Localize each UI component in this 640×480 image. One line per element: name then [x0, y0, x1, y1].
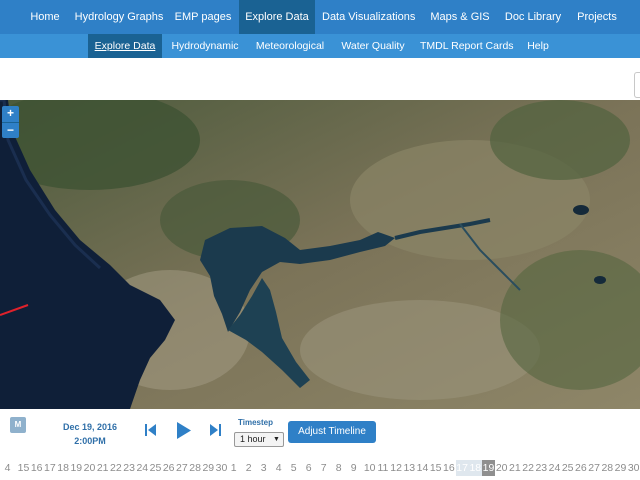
m-button[interactable]: M — [10, 417, 26, 433]
collapsed-panel-tab[interactable] — [634, 72, 640, 98]
play-icon[interactable] — [177, 422, 191, 439]
reservoir — [573, 205, 589, 215]
top-navigation: Home Hydrology Graphs EMP pages Explore … — [0, 0, 640, 34]
timeline-day[interactable]: 27 — [175, 460, 188, 476]
timeline-day[interactable]: 2 — [243, 460, 254, 476]
timeline-day[interactable]: 19 — [482, 460, 495, 476]
current-date: Dec 19, 2016 — [62, 422, 118, 432]
timeline-day[interactable]: 22 — [109, 460, 122, 476]
subnav-meteorological[interactable]: Meteorological — [254, 34, 326, 58]
timeline-day[interactable]: 22 — [522, 460, 535, 476]
nav-explore-data[interactable]: Explore Data — [239, 0, 315, 34]
timeline-day[interactable]: 20 — [83, 460, 96, 476]
timeline-day[interactable]: 24 — [136, 460, 149, 476]
timeline-day[interactable]: 27 — [588, 460, 601, 476]
satellite-map[interactable] — [0, 100, 640, 409]
timeline-day[interactable]: 13 — [403, 460, 416, 476]
skip-back-icon[interactable] — [145, 423, 157, 437]
timeline-day[interactable]: 11 — [376, 460, 389, 476]
timeline-day[interactable]: 4 — [273, 460, 284, 476]
timeline-day[interactable]: 1 — [228, 460, 239, 476]
timeline-day[interactable]: 12 — [390, 460, 403, 476]
timeline-day[interactable]: 16 — [442, 460, 455, 476]
timeline-day[interactable]: 25 — [561, 460, 574, 476]
timeline-day[interactable]: 17 — [43, 460, 56, 476]
timeline-day[interactable]: 30 — [215, 460, 228, 476]
reservoir-south — [594, 276, 606, 284]
timeline-day[interactable]: 5 — [288, 460, 299, 476]
timeline-day[interactable]: 7 — [318, 460, 329, 476]
timeline-day[interactable]: 8 — [333, 460, 344, 476]
chevron-down-icon: ▼ — [273, 436, 280, 443]
nav-hydrology-graphs[interactable]: Hydrology Graphs — [74, 0, 164, 34]
skip-forward-icon[interactable] — [209, 423, 221, 437]
timeline-day[interactable]: 19 — [70, 460, 83, 476]
timestep-label: Timestep — [238, 418, 273, 427]
subnav-explore-data[interactable]: Explore Data — [88, 34, 162, 58]
timeline-day[interactable]: 29 — [202, 460, 215, 476]
toolbar-strip — [0, 58, 640, 100]
farmland-patch-north — [490, 100, 630, 180]
timeline-day[interactable]: 6 — [303, 460, 314, 476]
timeline-day[interactable]: 14 — [416, 460, 429, 476]
timeline-day[interactable]: 3 — [258, 460, 269, 476]
timeline-day[interactable]: 29 — [614, 460, 627, 476]
nav-emp-pages[interactable]: EMP pages — [174, 0, 232, 34]
timeline-day[interactable]: 15 — [429, 460, 442, 476]
timestep-value: 1 hour — [240, 434, 266, 444]
timeline-day[interactable]: 28 — [189, 460, 202, 476]
subnav-water-quality[interactable]: Water Quality — [340, 34, 406, 58]
timeline-day[interactable]: 23 — [535, 460, 548, 476]
timeline-day[interactable]: 25 — [149, 460, 162, 476]
nav-projects[interactable]: Projects — [574, 0, 620, 34]
timestep-select[interactable]: 1 hour ▼ — [234, 432, 284, 447]
subnav-hydrodynamic[interactable]: Hydrodynamic — [170, 34, 240, 58]
timeline-day[interactable]: 20 — [495, 460, 508, 476]
nav-maps-gis[interactable]: Maps & GIS — [430, 0, 490, 34]
timeline-day[interactable]: 24 — [548, 460, 561, 476]
timeline-day[interactable]: 26 — [574, 460, 587, 476]
timeline-strip: 4 15 16 17 18 19 20 21 22 23 24 25 26 27 28 29 30 1 2 3 4 5 6 7… — [0, 457, 640, 480]
zoom-control: + − — [2, 106, 19, 138]
timeline-day[interactable]: 21 — [508, 460, 521, 476]
timeline-day[interactable]: 18 — [468, 460, 482, 476]
timeline-day[interactable]: 17 — [455, 460, 469, 476]
timeline-day[interactable]: 28 — [601, 460, 614, 476]
timeline-day[interactable]: 10 — [363, 460, 376, 476]
timeline-day[interactable]: 15 — [17, 460, 30, 476]
current-time: 2:00PM — [74, 436, 106, 446]
timeline-day[interactable]: 16 — [30, 460, 43, 476]
timeline-day[interactable]: 21 — [96, 460, 109, 476]
subnav-tmdl-report-cards[interactable]: TMDL Report Cards — [420, 34, 514, 58]
timeline-day[interactable]: 30 — [627, 460, 640, 476]
sub-navigation: Explore Data Hydrodynamic Meteorological… — [0, 34, 640, 58]
map-imagery — [0, 100, 640, 409]
nav-data-visualizations[interactable]: Data Visualizations — [322, 0, 415, 34]
timeline-day[interactable]: 26 — [162, 460, 175, 476]
nav-home[interactable]: Home — [28, 0, 62, 34]
timeline-day[interactable]: 18 — [57, 460, 70, 476]
zoom-in-button[interactable]: + — [2, 106, 19, 122]
zoom-out-button[interactable]: − — [2, 122, 19, 138]
timeline-day[interactable]: 4 — [2, 460, 13, 476]
playback-controls: M Dec 19, 2016 2:00PM Timestep 1 hour ▼ … — [0, 409, 640, 457]
adjust-timeline-button[interactable]: Adjust Timeline — [288, 421, 376, 443]
timeline-day[interactable]: 23 — [123, 460, 136, 476]
timeline-day[interactable]: 9 — [348, 460, 359, 476]
nav-doc-library[interactable]: Doc Library — [501, 0, 565, 34]
subnav-help[interactable]: Help — [524, 34, 552, 58]
